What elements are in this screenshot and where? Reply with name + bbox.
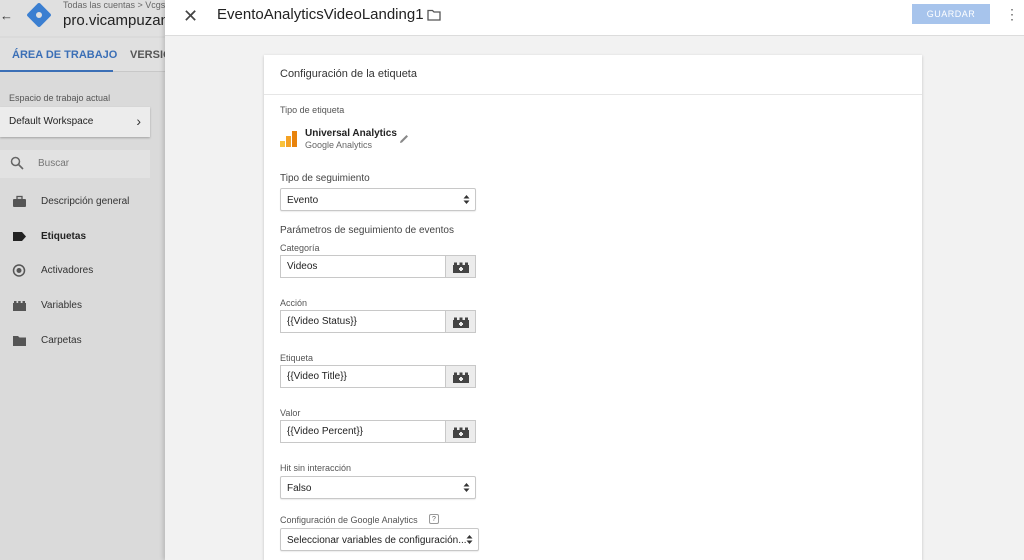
sidebar-item-triggers[interactable]: Activadores [0,261,165,281]
tab-versions[interactable]: VERSIO [130,49,165,61]
help-icon[interactable]: ? [429,514,439,524]
non-interaction-label: Hit sin interacción [280,463,352,473]
editor-header: ✕ EventoAnalyticsVideoLanding1 GUARDAR ⋮ [165,0,1024,36]
sidebar-item-variables[interactable]: Variables [0,296,165,316]
tag-title[interactable]: EventoAnalyticsVideoLanding1 [217,6,424,23]
tag-icon [13,232,26,241]
variable-blocks-icon [453,262,469,273]
save-button[interactable]: GUARDAR [912,4,990,24]
workspace-tabs: ÁREA DE TRABAJO VERSIO [0,38,165,72]
tracking-type-label: Tipo de seguimiento [280,173,370,184]
label-field [280,365,476,388]
account-breadcrumb[interactable]: Todas las cuentas > Vcgs [63,0,165,10]
search-icon [10,156,24,170]
folder-icon[interactable] [427,9,441,21]
select-arrows-icon [463,195,470,204]
tracking-type-select[interactable]: Evento [280,188,476,211]
category-input[interactable] [280,255,446,278]
action-input[interactable] [280,310,446,333]
value-field [280,420,476,443]
variable-blocks-icon [453,317,469,328]
blocks-icon [13,301,26,311]
back-arrow-icon[interactable]: ← [0,8,13,23]
sidebar-item-overview[interactable]: Descripción general [0,192,165,212]
close-icon[interactable]: ✕ [183,6,198,27]
trigger-icon [12,264,26,277]
event-params-title: Parámetros de seguimiento de eventos [280,225,454,236]
sidebar-item-label: Variables [41,300,82,311]
pencil-icon[interactable] [398,133,410,145]
sidebar-item-label: Carpetas [41,335,82,346]
ga-settings-value: Seleccionar variables de configuración..… [287,535,467,546]
variable-blocks-icon [453,372,469,383]
category-field [280,255,476,278]
sidebar-item-label: Activadores [41,265,94,276]
sidebar-item-tags[interactable]: Etiquetas [0,227,165,247]
app-sidebar: ← Todas las cuentas > Vcgs pro.vicampuza… [0,0,165,560]
workspace-name: Default Workspace [9,116,94,127]
workspace-selector[interactable]: Default Workspace › [0,107,150,137]
variable-picker-button[interactable] [445,255,476,278]
chevron-right-icon: › [136,113,141,129]
search-bar [0,150,150,178]
sidebar-item-folders[interactable]: Carpetas [0,331,165,351]
tag-type-selector[interactable]: Universal Analytics Google Analytics [280,128,480,158]
container-name[interactable]: pro.vicampuzan [63,12,165,29]
tracking-type-value: Evento [287,195,319,206]
action-label: Acción [280,298,308,308]
briefcase-icon [13,195,26,207]
tag-type-label: Tipo de etiqueta [280,105,345,115]
select-arrows-icon [466,535,473,544]
tag-manager-logo-icon [26,2,52,28]
workspace-label: Espacio de trabajo actual [9,93,111,103]
sidebar-item-label: Descripción general [41,196,130,207]
select-arrows-icon [463,483,470,492]
non-interaction-select[interactable]: Falso [280,476,476,499]
universal-analytics-icon [280,131,297,147]
more-options-icon[interactable]: ⋮ [1005,6,1019,23]
label-input[interactable] [280,365,446,388]
tag-type-subtitle: Google Analytics [305,140,373,150]
variable-picker-button[interactable] [445,420,476,443]
action-field [280,310,476,333]
non-interaction-value: Falso [287,483,312,494]
sidebar-item-label: Etiquetas [41,231,87,242]
ga-settings-label: Configuración de Google Analytics [280,515,418,525]
app-topbar: ← Todas las cuentas > Vcgs pro.vicampuza… [0,0,165,36]
divider [264,94,922,95]
active-tab-indicator [0,70,113,72]
tab-workspace[interactable]: ÁREA DE TRABAJO [12,49,117,61]
category-label: Categoría [280,243,320,253]
value-label: Valor [280,408,301,418]
card-title: Configuración de la etiqueta [280,68,417,80]
label-label: Etiqueta [280,353,314,363]
tag-config-card: Configuración de la etiqueta Tipo de eti… [264,55,922,560]
tag-type-name: Universal Analytics [305,128,397,139]
variable-picker-button[interactable] [445,365,476,388]
value-input[interactable] [280,420,446,443]
folder-icon [13,336,26,346]
search-input[interactable] [38,158,138,169]
ga-settings-select[interactable]: Seleccionar variables de configuración..… [280,528,479,551]
tag-editor-panel: ✕ EventoAnalyticsVideoLanding1 GUARDAR ⋮… [165,0,1024,560]
variable-picker-button[interactable] [445,310,476,333]
variable-blocks-icon [453,427,469,438]
